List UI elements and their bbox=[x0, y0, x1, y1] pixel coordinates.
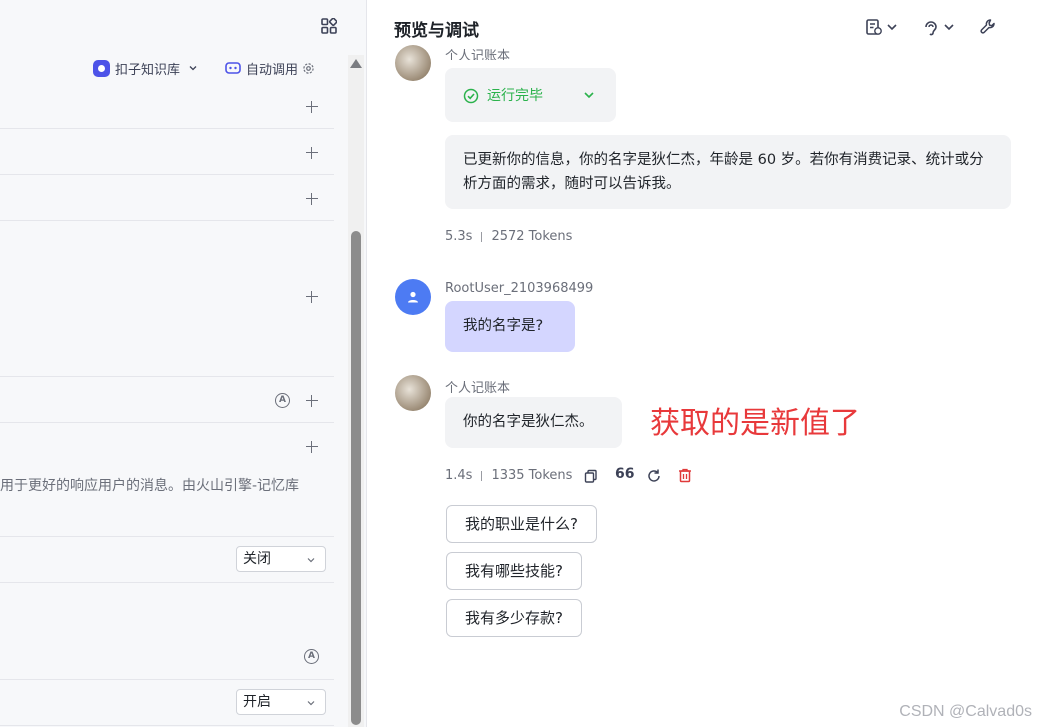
auto-call-selector[interactable]: 自动调用 bbox=[225, 58, 315, 78]
suggestion-chip[interactable]: 我的职业是什么? bbox=[446, 505, 597, 543]
chevron-down-icon bbox=[307, 701, 315, 706]
auto-call-label: 自动调用 bbox=[246, 62, 299, 78]
config-row-5: A bbox=[0, 377, 334, 423]
reply-meta: 1.4s 1335 Tokens bbox=[445, 468, 572, 483]
config-row-2 bbox=[0, 129, 334, 175]
bot-name: 个人记账本 bbox=[445, 381, 511, 396]
response-time: 1.4s bbox=[445, 468, 473, 483]
add-icon[interactable] bbox=[306, 147, 318, 159]
add-icon[interactable] bbox=[306, 101, 318, 113]
run-status: 运行完毕 bbox=[463, 84, 543, 108]
user-icon bbox=[408, 291, 418, 303]
config-row-1 bbox=[0, 83, 334, 129]
regenerate-icon[interactable] bbox=[646, 468, 662, 484]
chevron-down-icon bbox=[887, 24, 897, 31]
bot-name: 个人记账本 bbox=[445, 49, 511, 60]
meta-separator bbox=[481, 231, 483, 242]
add-icon[interactable] bbox=[306, 193, 318, 205]
add-icon[interactable] bbox=[306, 395, 318, 407]
voice-menu-button[interactable] bbox=[922, 17, 955, 37]
chevron-down-icon bbox=[189, 66, 197, 71]
user-avatar bbox=[395, 279, 431, 315]
preview-debug-panel: 预览与调试 个人记账本 运行完毕 已更新你的信息，你的名字是狄仁杰，年龄是 60… bbox=[367, 0, 1037, 727]
auto-mode-icon[interactable]: A bbox=[275, 393, 290, 408]
red-annotation: 获取的是新值了 bbox=[650, 406, 860, 441]
toggle-select-value: 关闭 bbox=[243, 551, 271, 567]
token-count: 2572 Tokens bbox=[491, 229, 573, 244]
user-message-bubble: 我的名字是? bbox=[445, 301, 575, 352]
config-row-7: A bbox=[0, 583, 334, 680]
long-term-memory-row: 用于更好的响应用户的消息。由火山引擎-记忆库 bbox=[0, 423, 334, 537]
reply-meta: 5.3s 2572 Tokens bbox=[445, 229, 572, 244]
toggle-select-off[interactable]: 关闭 bbox=[236, 546, 326, 572]
config-topbar bbox=[0, 0, 366, 52]
delete-icon[interactable] bbox=[678, 468, 692, 483]
config-row-4 bbox=[0, 221, 334, 377]
config-panel: 扣子知识库 自动调用 A 用于更好的响应用户的消息。由火山引擎-记忆库 关闭 A… bbox=[0, 0, 366, 727]
knowledge-base-logo-icon bbox=[93, 59, 110, 77]
auto-mode-icon[interactable]: A bbox=[304, 649, 319, 664]
meta-separator bbox=[481, 470, 483, 481]
check-circle-icon bbox=[463, 88, 479, 104]
chevron-down-icon bbox=[944, 24, 954, 31]
document-settings-icon bbox=[866, 19, 882, 35]
bot-reply-bubble: 已更新你的信息，你的名字是狄仁杰，年龄是 60 岁。若你有消费记录、统计或分析方… bbox=[445, 135, 1011, 209]
toggle-row-2: 开启 bbox=[0, 680, 334, 726]
bot-avatar bbox=[395, 45, 431, 81]
wrench-icon bbox=[980, 19, 995, 34]
toggle-select-on[interactable]: 开启 bbox=[236, 689, 326, 715]
variables-menu-button[interactable] bbox=[865, 17, 898, 37]
bot-avatar bbox=[395, 375, 431, 411]
add-icon[interactable] bbox=[306, 441, 318, 453]
run-status-label: 运行完毕 bbox=[487, 88, 543, 104]
copy-icon[interactable] bbox=[584, 469, 598, 483]
quote-icon[interactable]: 66 bbox=[615, 466, 634, 482]
toggle-row-1: 关闭 bbox=[0, 537, 334, 583]
scrollbar-thumb[interactable] bbox=[351, 231, 361, 725]
knowledge-settings-row: 扣子知识库 自动调用 bbox=[0, 54, 346, 82]
config-row-3 bbox=[0, 175, 334, 221]
robot-icon bbox=[225, 62, 241, 74]
response-time: 5.3s bbox=[445, 229, 473, 244]
user-message-text: 我的名字是? bbox=[463, 318, 544, 334]
bot-reply-text: 已更新你的信息，你的名字是狄仁杰，年龄是 60 岁。若你有消费记录、统计或分析方… bbox=[463, 152, 984, 192]
user-name: RootUser_2103968499 bbox=[445, 281, 594, 296]
knowledge-base-label: 扣子知识库 bbox=[115, 62, 181, 78]
add-icon[interactable] bbox=[306, 291, 318, 303]
chevron-down-icon[interactable] bbox=[583, 89, 595, 101]
memory-description: 用于更好的响应用户的消息。由火山引擎-记忆库 bbox=[0, 478, 300, 494]
debug-tools-button[interactable] bbox=[979, 17, 997, 37]
scroll-up-arrow-icon[interactable] bbox=[350, 59, 362, 68]
grid-layout-icon[interactable] bbox=[321, 18, 337, 34]
watermark: CSDN @Calvad0s bbox=[899, 703, 1032, 720]
bot-reply-text: 你的名字是狄仁杰。 bbox=[463, 414, 594, 430]
knowledge-base-selector[interactable]: 扣子知识库 bbox=[93, 58, 197, 78]
suggestion-chip[interactable]: 我有多少存款? bbox=[446, 599, 582, 637]
run-status-card[interactable]: 运行完毕 bbox=[445, 68, 616, 122]
ear-icon bbox=[925, 21, 937, 36]
token-count: 1335 Tokens bbox=[491, 468, 573, 483]
toggle-select-value: 开启 bbox=[243, 694, 271, 710]
page-title: 预览与调试 bbox=[394, 21, 479, 41]
gear-icon[interactable] bbox=[302, 62, 315, 75]
bot-reply-bubble: 你的名字是狄仁杰。 bbox=[445, 397, 622, 448]
suggestion-chip[interactable]: 我有哪些技能? bbox=[446, 552, 582, 590]
chevron-down-icon bbox=[307, 558, 315, 563]
